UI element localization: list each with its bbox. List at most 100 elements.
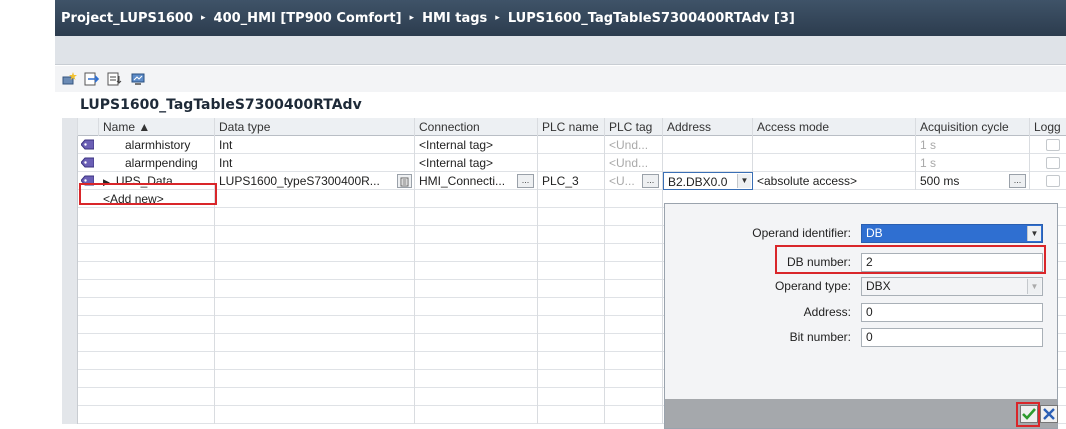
tag-name-cell[interactable]: ▶ UPS_Data — [99, 172, 215, 190]
breadcrumb: Project_LUPS1600 ▸ 400_HMI [TP900 Comfor… — [55, 0, 1066, 36]
tag-icon — [81, 139, 94, 150]
tag-access-mode[interactable] — [753, 136, 916, 154]
tag-acquisition-cycle[interactable]: 1 s — [916, 154, 1030, 172]
row-selector[interactable] — [62, 190, 78, 208]
tag-connection[interactable]: HMI_Connecti... ... — [415, 172, 538, 190]
add-tag-icon[interactable] — [60, 70, 78, 88]
breadcrumb-separator: ▸ — [201, 13, 206, 23]
tag-data-type[interactable]: Int — [215, 136, 415, 154]
db-number-label: DB number: — [786, 255, 851, 269]
udt-tag-icon — [81, 175, 94, 186]
plc-tag-ellipsis-button[interactable]: ... — [642, 174, 659, 188]
breadcrumb-separator: ▸ — [495, 13, 500, 23]
operand-identifier-dropdown-icon[interactable]: ▼ — [1027, 226, 1041, 241]
tag-data-type[interactable]: Int — [215, 154, 415, 172]
icon-column-header — [78, 118, 99, 136]
tag-name[interactable]: alarmhistory — [99, 136, 215, 154]
table-row[interactable]: alarmpending Int <Internal tag> <Und... … — [62, 154, 1066, 172]
column-header-address[interactable]: Address — [663, 118, 753, 136]
column-header-logging[interactable]: Logg — [1030, 118, 1066, 136]
close-icon — [1043, 408, 1055, 420]
row-selector[interactable] — [62, 172, 78, 190]
operand-type-label: Operand type: — [774, 279, 851, 293]
tag-plc-tag[interactable]: <Und... — [605, 154, 663, 172]
tag-plc-name[interactable]: PLC_3 — [538, 172, 605, 190]
operand-identifier-value: DB — [866, 226, 883, 240]
breadcrumb-separator: ▸ — [409, 13, 415, 23]
address-popup: Operand identifier: DB ▼ DB number: 2 Op… — [664, 203, 1058, 429]
breadcrumb-tag-table[interactable]: LUPS1600_TagTableS7300400RTAdv [3] — [508, 11, 795, 26]
table-row[interactable]: ▶ UPS_Data LUPS1600_typeS7300400R... HMI_… — [62, 172, 1066, 190]
address-label: Address: — [803, 305, 851, 319]
data-type-browse-icon[interactable] — [397, 174, 412, 188]
tag-address[interactable] — [663, 136, 753, 154]
breadcrumb-project[interactable]: Project_LUPS1600 — [61, 11, 193, 26]
column-header-data-type[interactable]: Data type — [215, 118, 415, 136]
tag-acquisition-cycle-text: 500 ms — [920, 174, 960, 188]
expand-triangle-icon[interactable]: ▶ — [103, 177, 110, 187]
acquisition-ellipsis-button[interactable]: ... — [1009, 174, 1026, 188]
insert-row-icon[interactable] — [83, 70, 101, 88]
tag-connection[interactable]: <Internal tag> — [415, 136, 538, 154]
operand-type-dropdown-icon[interactable]: ▼ — [1027, 279, 1041, 294]
tag-plc-tag[interactable]: <Und... — [605, 136, 663, 154]
bit-number-label: Bit number: — [789, 330, 851, 344]
connection-ellipsis-button[interactable]: ... — [517, 174, 534, 188]
logging-checkbox[interactable] — [1046, 157, 1060, 169]
column-header-plc-tag[interactable]: PLC tag — [605, 118, 663, 136]
tag-plc-name[interactable] — [538, 136, 605, 154]
table-row[interactable]: alarmhistory Int <Internal tag> <Und... … — [62, 136, 1066, 154]
column-header-connection[interactable]: Connection — [415, 118, 538, 136]
tag-data-type-text: LUPS1600_typeS7300400R... — [219, 174, 380, 188]
empty-cell — [415, 190, 538, 208]
row-selector[interactable] — [62, 136, 78, 154]
empty-cell — [538, 190, 605, 208]
tag-name: UPS_Data — [115, 174, 173, 188]
operand-type-value: DBX — [866, 279, 891, 293]
tag-connection-text: HMI_Connecti... — [419, 174, 506, 188]
breadcrumb-hmi-tags[interactable]: HMI tags — [422, 11, 487, 26]
table-header: Name ▲ Data type Connection PLC name PLC… — [62, 118, 1066, 136]
add-new-tag[interactable]: <Add new> — [99, 190, 215, 208]
bit-number-field[interactable]: 0 — [861, 328, 1043, 347]
tag-acquisition-cycle[interactable]: 500 ms ... — [916, 172, 1030, 190]
operand-identifier-select[interactable]: DB ▼ — [861, 224, 1043, 243]
address-field[interactable]: 0 — [861, 303, 1043, 322]
breadcrumb-device[interactable]: 400_HMI [TP900 Comfort] — [214, 11, 402, 26]
column-header-name[interactable]: Name ▲ — [99, 118, 215, 136]
checkmark-icon — [1022, 408, 1036, 420]
tag-plc-tag-text: <U... — [609, 174, 635, 188]
cancel-button[interactable] — [1040, 405, 1058, 423]
tag-address[interactable] — [663, 154, 753, 172]
logging-checkbox[interactable] — [1046, 139, 1060, 151]
logging-checkbox[interactable] — [1046, 175, 1060, 187]
tag-acquisition-cycle[interactable]: 1 s — [916, 136, 1030, 154]
tag-plc-tag[interactable]: <U... ... — [605, 172, 663, 190]
operand-type-select[interactable]: DBX ▼ — [861, 277, 1043, 296]
monitor-icon[interactable] — [129, 70, 147, 88]
operand-identifier-label: Operand identifier: — [752, 226, 851, 240]
tag-data-type[interactable]: LUPS1600_typeS7300400R... — [215, 172, 415, 190]
empty-cell — [605, 190, 663, 208]
tag-logging-cell — [1030, 172, 1066, 190]
tag-access-mode[interactable] — [753, 154, 916, 172]
tag-logging-cell — [1030, 136, 1066, 154]
toolbar — [55, 66, 1066, 92]
confirm-button[interactable] — [1020, 405, 1038, 423]
column-header-acquisition-cycle[interactable]: Acquisition cycle — [916, 118, 1030, 136]
tag-connection[interactable]: <Internal tag> — [415, 154, 538, 172]
column-header-plc-name[interactable]: PLC name — [538, 118, 605, 136]
row-selector[interactable] — [62, 154, 78, 172]
export-icon[interactable] — [106, 70, 124, 88]
tag-address-text: B2.DBX0.0 — [668, 175, 728, 189]
address-dropdown-icon[interactable]: ▼ — [737, 174, 751, 188]
editor-header-area — [55, 36, 1066, 65]
row-selector-header — [62, 118, 78, 136]
column-header-access-mode[interactable]: Access mode — [753, 118, 916, 136]
tag-name[interactable]: alarmpending — [99, 154, 215, 172]
tag-address[interactable]: B2.DBX0.0 ▼ — [663, 172, 753, 190]
tag-plc-name[interactable] — [538, 154, 605, 172]
tag-access-mode[interactable]: <absolute access> — [753, 172, 916, 190]
empty-cell — [215, 190, 415, 208]
db-number-field[interactable]: 2 — [861, 253, 1043, 272]
